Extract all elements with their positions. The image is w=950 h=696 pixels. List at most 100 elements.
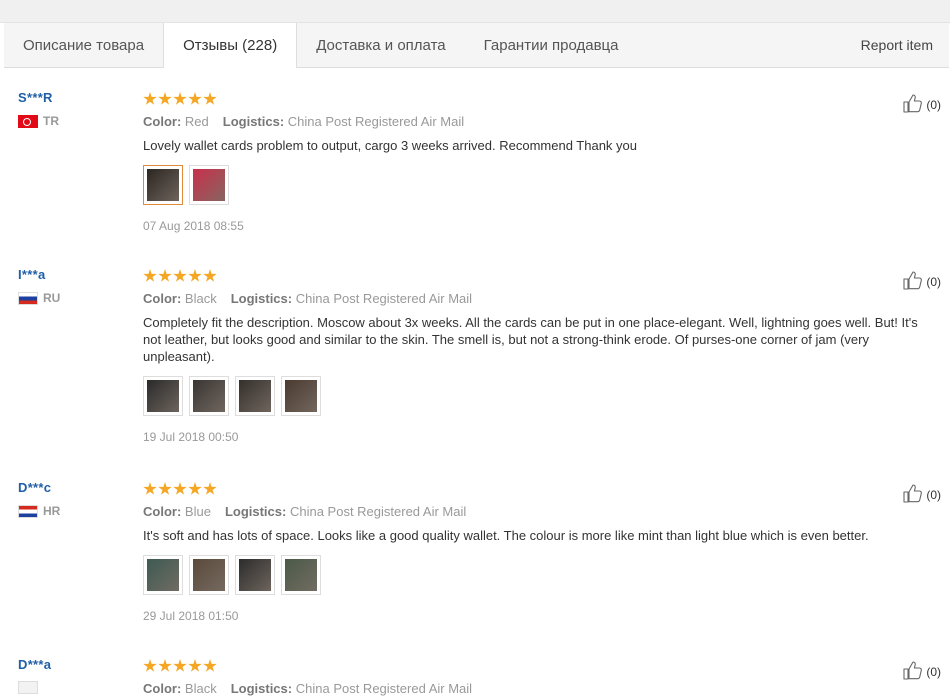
reviewer-info: S***R TR <box>18 90 59 128</box>
review-photo-thumbnail[interactable] <box>235 555 275 595</box>
review-photo <box>147 559 179 591</box>
review-date: 19 Jul 2018 00:50 <box>143 430 239 444</box>
star-icon <box>143 269 157 282</box>
order-info: Color: Black Logistics: China Post Regist… <box>143 681 943 696</box>
star-icon <box>158 92 172 105</box>
thumbs-up-icon <box>903 660 926 683</box>
helpful-button[interactable]: (0) <box>903 93 941 116</box>
review-date: 29 Jul 2018 01:50 <box>143 609 239 623</box>
reviewer-name[interactable]: I***a <box>18 267 60 282</box>
logistics-label: Logistics: <box>222 114 285 129</box>
logistics-value: China Post Registered Air Mail <box>295 291 473 306</box>
review-photos <box>143 555 943 595</box>
review-photo-thumbnail[interactable] <box>143 555 183 595</box>
review-photo <box>193 169 225 201</box>
review-photos <box>143 165 943 205</box>
review-photo <box>147 380 179 412</box>
product-tabs: Описание товара Отзывы (228) Доставка и … <box>4 23 949 68</box>
reviewer-name[interactable]: D***c <box>18 480 60 495</box>
thumbs-up-icon <box>903 483 926 506</box>
star-icon <box>203 92 217 105</box>
review-photos <box>143 376 943 416</box>
review-photo <box>285 559 317 591</box>
star-icon <box>188 659 202 672</box>
star-icon <box>188 269 202 282</box>
review-content: Color: Blue Logistics: China Post Registe… <box>143 480 943 623</box>
review-photo-thumbnail[interactable] <box>235 376 275 416</box>
review-photo <box>239 380 271 412</box>
review-photo <box>239 559 271 591</box>
star-icon <box>173 92 187 105</box>
rating-stars <box>143 657 943 675</box>
helpful-count: (0) <box>926 274 941 289</box>
star-icon <box>158 269 172 282</box>
review-photo-thumbnail[interactable] <box>143 376 183 416</box>
review-content: Color: Red Logistics: China Post Register… <box>143 90 943 233</box>
logistics-value: China Post Registered Air Mail <box>289 504 467 519</box>
star-icon <box>143 92 157 105</box>
star-icon <box>143 482 157 495</box>
rating-stars <box>143 90 943 108</box>
country-code: TR <box>43 114 59 128</box>
rating-stars <box>143 267 943 285</box>
color-label: Color: <box>143 291 182 306</box>
reviewer-country: HR <box>18 504 60 518</box>
color-label: Color: <box>143 114 182 129</box>
review-content: Color: Black Logistics: China Post Regist… <box>143 657 943 696</box>
review-text: It's soft and has lots of space. Looks l… <box>143 528 869 543</box>
review-photo-thumbnail[interactable] <box>189 165 229 205</box>
star-icon <box>188 92 202 105</box>
reviewer-country: TR <box>18 114 59 128</box>
reviewer-country <box>18 681 51 694</box>
logistics-label: Logistics: <box>230 681 293 696</box>
review-photo-thumbnail[interactable] <box>281 376 321 416</box>
logistics-label: Logistics: <box>224 504 287 519</box>
star-icon <box>203 482 217 495</box>
review-photo-thumbnail[interactable] <box>143 165 183 205</box>
tab-description[interactable]: Описание товара <box>4 23 163 67</box>
reviewer-name[interactable]: D***a <box>18 657 51 672</box>
country-flag-icon <box>18 681 38 694</box>
reviewer-info: I***a RU <box>18 267 60 305</box>
star-icon <box>173 269 187 282</box>
report-item-link[interactable]: Report item <box>861 23 933 67</box>
country-flag-icon <box>18 291 38 305</box>
review-photo <box>193 380 225 412</box>
review-content: Color: Black Logistics: China Post Regist… <box>143 267 943 444</box>
review-photo <box>147 169 179 201</box>
helpful-count: (0) <box>926 487 941 502</box>
star-icon <box>173 659 187 672</box>
helpful-button[interactable]: (0) <box>903 270 941 293</box>
helpful-count: (0) <box>926 97 941 112</box>
tab-seller-guarantees[interactable]: Гарантии продавца <box>465 23 638 67</box>
tab-reviews[interactable]: Отзывы (228) <box>163 23 298 68</box>
color-value: Red <box>184 114 209 129</box>
review-photo-thumbnail[interactable] <box>189 555 229 595</box>
color-value: Black <box>184 291 217 306</box>
thumbs-up-icon <box>903 270 926 293</box>
helpful-count: (0) <box>926 664 941 679</box>
review-photo <box>285 380 317 412</box>
reviewer-info: D***c HR <box>18 480 60 518</box>
reviewer-country: RU <box>18 291 60 305</box>
review-photo-thumbnail[interactable] <box>189 376 229 416</box>
color-value: Blue <box>184 504 211 519</box>
color-value: Black <box>184 681 217 696</box>
top-bar <box>0 0 950 23</box>
color-label: Color: <box>143 504 182 519</box>
helpful-button[interactable]: (0) <box>903 660 941 683</box>
rating-stars <box>143 480 943 498</box>
logistics-value: China Post Registered Air Mail <box>295 681 473 696</box>
star-icon <box>158 482 172 495</box>
thumbs-up-icon <box>903 93 926 116</box>
tab-shipping[interactable]: Доставка и оплата <box>297 23 464 67</box>
country-code: RU <box>43 291 61 305</box>
star-icon <box>158 659 172 672</box>
review-photo-thumbnail[interactable] <box>281 555 321 595</box>
reviewer-info: D***a <box>18 657 51 694</box>
reviewer-name[interactable]: S***R <box>18 90 59 105</box>
logistics-value: China Post Registered Air Mail <box>287 114 465 129</box>
star-icon <box>143 659 157 672</box>
logistics-label: Logistics: <box>230 291 293 306</box>
helpful-button[interactable]: (0) <box>903 483 941 506</box>
